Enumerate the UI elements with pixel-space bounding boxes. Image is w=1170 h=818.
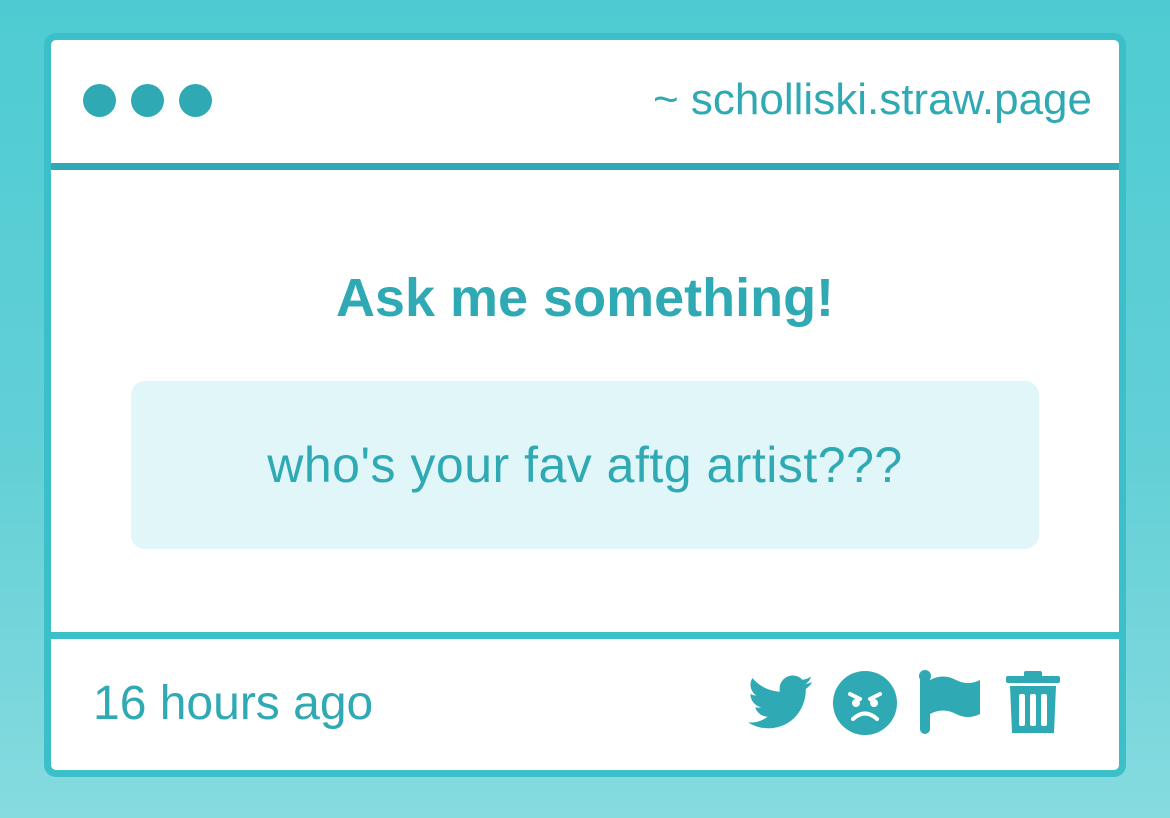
trash-icon (1006, 671, 1060, 733)
window-dots (83, 84, 227, 117)
page-url[interactable]: ~ scholliski.straw.page (653, 74, 1092, 126)
card-body: Ask me something! who's your fav aftg ar… (51, 170, 1119, 632)
action-icons (731, 669, 1067, 737)
angry-face-icon (833, 671, 897, 735)
window-dot-1 (83, 84, 116, 117)
flag-icon (919, 670, 980, 734)
twitter-icon (748, 675, 813, 729)
window-dot-3 (179, 84, 212, 117)
card-footer: 16 hours ago (51, 632, 1119, 770)
timestamp: 16 hours ago (93, 677, 374, 730)
report-button[interactable] (915, 669, 983, 737)
window-dot-2 (131, 84, 164, 117)
delete-button[interactable] (999, 669, 1067, 737)
page-title: Ask me something! (335, 268, 835, 328)
question-text: who's your fav aftg artist??? (267, 437, 903, 493)
react-angry-button[interactable] (831, 669, 899, 737)
question-box: who's your fav aftg artist??? (131, 381, 1039, 549)
window-titlebar: ~ scholliski.straw.page (51, 40, 1119, 170)
twitter-share-button[interactable] (747, 669, 815, 737)
ask-card: ~ scholliski.straw.page Ask me something… (44, 33, 1126, 777)
